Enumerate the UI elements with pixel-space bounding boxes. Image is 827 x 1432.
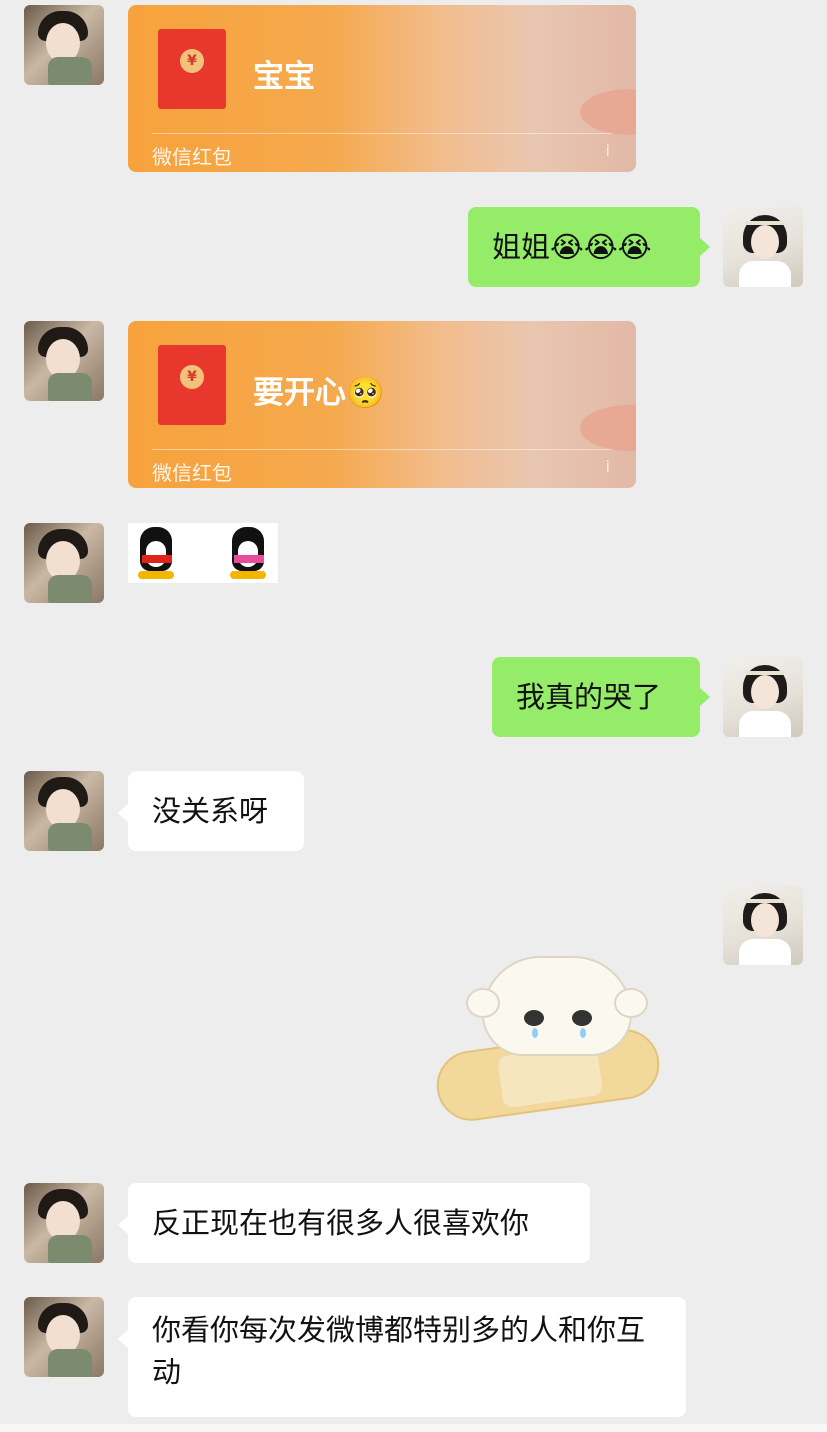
contact-avatar[interactable] <box>24 771 104 851</box>
message-text: 没关系呀 <box>152 793 269 828</box>
message-text: 你看你每次发微博都特别多的人和你互动 <box>152 1313 646 1390</box>
contact-avatar[interactable] <box>24 321 104 401</box>
message-bubble-incoming[interactable]: 你看你每次发微博都特别多的人和你互动 <box>118 1297 686 1417</box>
red-packet-title: 要开心🥺 <box>253 375 385 411</box>
input-bar-edge <box>0 1424 827 1432</box>
penguin-icon <box>224 527 272 581</box>
red-envelope-icon: ¥ <box>158 29 226 109</box>
red-packet-label: 微信红包 <box>152 145 232 169</box>
penguin-icon <box>132 527 180 581</box>
message-text: 我真的哭了 <box>516 679 662 714</box>
message-bubble-incoming[interactable]: 没关系呀 <box>118 771 304 851</box>
red-packet-label: 微信红包 <box>152 461 232 485</box>
contact-avatar[interactable] <box>24 5 104 85</box>
info-icon: i <box>605 141 610 160</box>
contact-avatar[interactable] <box>24 523 104 603</box>
red-packet-title: 宝宝 <box>253 59 315 95</box>
my-avatar[interactable] <box>723 657 803 737</box>
red-packet-message[interactable]: ¥ 要开心🥺 微信红包 i <box>128 321 636 488</box>
my-avatar[interactable] <box>723 885 803 965</box>
contact-avatar[interactable] <box>24 1183 104 1263</box>
red-envelope-icon: ¥ <box>158 345 226 425</box>
message-bubble-outgoing[interactable]: 姐姐😭😭😭 <box>468 207 710 287</box>
info-icon: i <box>605 457 610 476</box>
message-bubble-outgoing[interactable]: 我真的哭了 <box>492 657 710 737</box>
message-text: 姐姐😭😭😭 <box>492 229 652 264</box>
message-text: 反正现在也有很多人很喜欢你 <box>152 1205 530 1240</box>
message-bubble-incoming[interactable]: 反正现在也有很多人很喜欢你 <box>118 1183 590 1263</box>
my-avatar[interactable] <box>723 207 803 287</box>
red-packet-message[interactable]: ¥ 宝宝 微信红包 i <box>128 5 636 172</box>
crying-bandage-sticker[interactable] <box>432 956 664 1136</box>
contact-avatar[interactable] <box>24 1297 104 1377</box>
penguin-sticker[interactable] <box>128 523 278 583</box>
